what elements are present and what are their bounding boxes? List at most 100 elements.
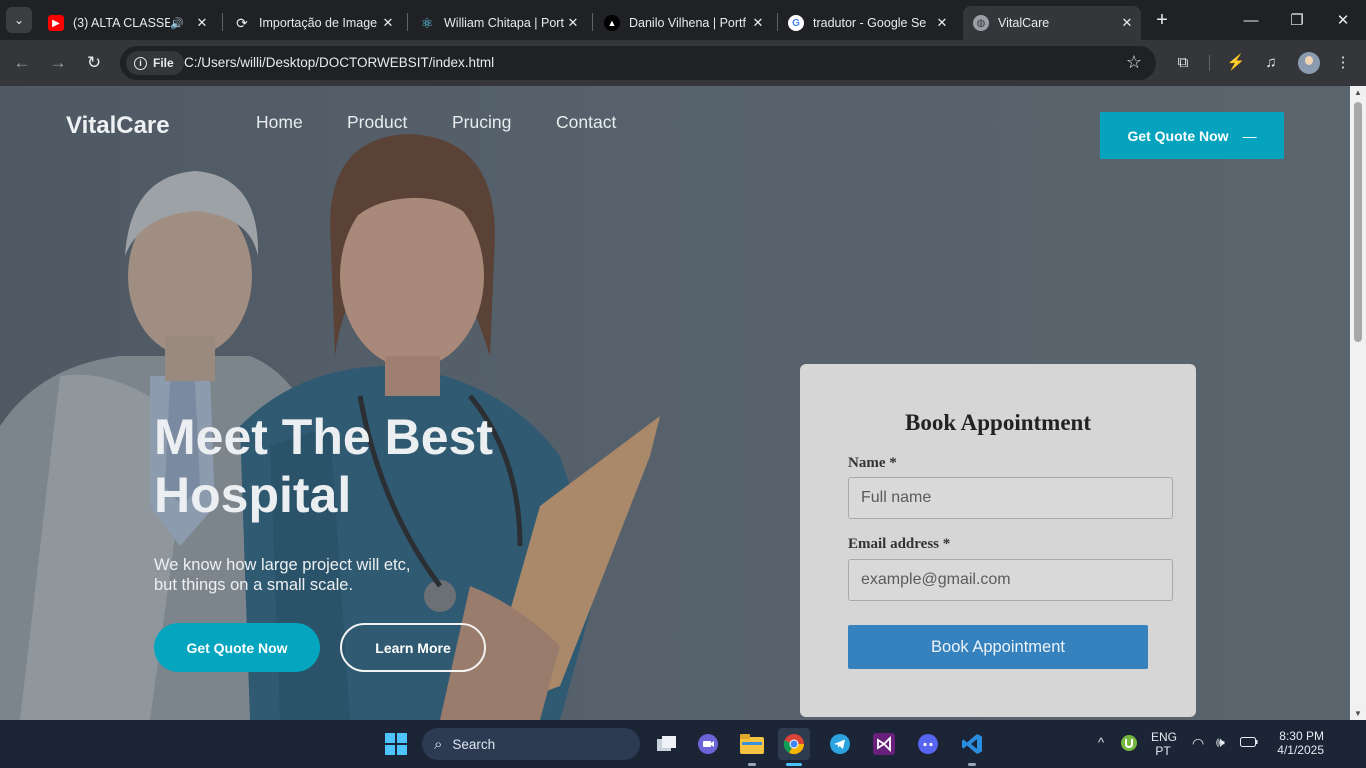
performance-icon[interactable]: ⚡	[1225, 52, 1247, 74]
tab-strip: ⌄ ▶ (3) ALTA CLASSE - 🔊 ✕ ⟳ Importação d…	[0, 0, 1366, 40]
keyboard-layout: PT	[1155, 744, 1171, 758]
file-explorer-icon[interactable]	[736, 728, 768, 766]
running-indicator	[968, 763, 976, 766]
new-tab-button[interactable]: +	[1150, 8, 1174, 32]
tab-youtube[interactable]: ▶ (3) ALTA CLASSE - 🔊 ✕	[38, 6, 216, 40]
tab-separator	[407, 13, 408, 31]
wifi-icon[interactable]: ◠	[1192, 735, 1204, 752]
minimize-button[interactable]: —	[1228, 0, 1274, 40]
url-text[interactable]: C:/Users/willi/Desktop/DOCTORWEBSIT/inde…	[184, 55, 494, 70]
tab-separator	[592, 13, 593, 31]
info-icon: i	[134, 56, 147, 70]
appointment-card: Book Appointment Name * Email address * …	[800, 364, 1196, 717]
clock[interactable]: 8:30 PM 4/1/2025	[1276, 729, 1324, 757]
nav-pricing[interactable]: Prucing	[452, 112, 511, 133]
hero-subtitle-line: but things on a small scale.	[154, 576, 354, 594]
tab-title: Importação de Image	[259, 16, 378, 30]
tab-search-button[interactable]: ⌄	[6, 7, 32, 33]
hero-subtitle: We know how large project will etc, but …	[154, 555, 474, 595]
tab-title: VitalCare	[998, 16, 1050, 30]
arrow-line-icon: —	[1242, 127, 1257, 144]
tab-title: Danilo Vilhena | Portf	[629, 16, 746, 30]
youtube-icon: ▶	[48, 15, 64, 31]
scroll-up-arrow-icon[interactable]: ▲	[1350, 88, 1366, 97]
scheme-label: File	[153, 56, 174, 70]
tray-overflow-chevron-icon[interactable]: ^	[1098, 735, 1104, 750]
nav-contact[interactable]: Contact	[556, 112, 616, 133]
toolbar-divider	[1209, 55, 1210, 71]
triangle-icon: ▲	[604, 15, 620, 31]
battery-icon[interactable]	[1240, 736, 1258, 750]
forward-button[interactable]: →	[46, 51, 70, 75]
tab-title: (3) ALTA CLASSE -	[73, 16, 171, 30]
learn-more-button[interactable]: Learn More	[340, 623, 486, 672]
hero-subtitle-line: We know how large project will etc,	[154, 556, 411, 574]
button-label: Get Quote Now	[1127, 127, 1229, 144]
close-icon[interactable]: ✕	[750, 15, 766, 31]
tab-title: William Chitapa | Port	[444, 16, 564, 30]
bookmark-star-icon[interactable]: ☆	[1126, 52, 1142, 73]
restore-button[interactable]: ❐	[1274, 0, 1320, 40]
menu-kebab-icon[interactable]: ⋮	[1332, 52, 1354, 74]
windows-start-icon[interactable]	[380, 728, 412, 760]
telegram-icon[interactable]	[824, 728, 856, 760]
close-icon[interactable]: ✕	[1119, 15, 1135, 31]
task-view-icon[interactable]	[650, 728, 682, 760]
reload-button[interactable]: ↻	[82, 51, 106, 75]
volume-icon[interactable]: 🕪	[1216, 734, 1225, 751]
browser-toolbar: ← → ↻ i File C:/Users/willi/Desktop/DOCT…	[0, 40, 1366, 86]
tab-title: tradutor - Google Se	[813, 16, 927, 30]
name-input[interactable]	[848, 477, 1173, 519]
search-label: Search	[452, 736, 496, 752]
nav-product[interactable]: Product	[347, 112, 407, 133]
language-indicator[interactable]: ENG PT	[1151, 730, 1178, 758]
discord-icon[interactable]	[912, 728, 944, 760]
appointment-title: Book Appointment	[905, 410, 1091, 435]
extensions-icon[interactable]: ⧉	[1172, 52, 1194, 74]
site-logo[interactable]: VitalCare	[66, 112, 170, 140]
clock-time: 8:30 PM	[1279, 729, 1324, 743]
hero-get-quote-button[interactable]: Get Quote Now	[154, 623, 320, 672]
book-appointment-button[interactable]: Book Appointment	[848, 625, 1148, 669]
site-info-chip[interactable]: i File	[126, 51, 184, 75]
search-icon: ⌕	[434, 735, 443, 753]
refresh-logo-icon: ⟳	[236, 14, 248, 31]
vscode-icon[interactable]	[956, 728, 988, 766]
email-input[interactable]	[848, 559, 1173, 601]
tab-danilo[interactable]: ▲ Danilo Vilhena | Portf ✕	[594, 6, 772, 40]
meet-chat-icon[interactable]	[692, 728, 724, 760]
profile-avatar[interactable]	[1298, 52, 1320, 74]
react-icon: ⚛	[420, 14, 434, 31]
tab-google[interactable]: G tradutor - Google Se ✕	[778, 6, 956, 40]
close-window-button[interactable]: ✕	[1320, 0, 1366, 40]
back-button[interactable]: ←	[10, 51, 34, 75]
language-code: ENG	[1151, 730, 1178, 744]
nav-home[interactable]: Home	[256, 112, 303, 133]
tab-vitalcare[interactable]: ◍ VitalCare ✕	[963, 6, 1141, 40]
chrome-icon[interactable]	[778, 728, 810, 766]
speaker-icon[interactable]: 🔊	[170, 17, 184, 30]
close-icon[interactable]: ✕	[380, 15, 396, 31]
hero-title-line: Meet The Best	[154, 409, 493, 465]
page-scrollbar[interactable]: ▲ ▼	[1350, 86, 1366, 720]
globe-icon: ◍	[973, 15, 989, 31]
utorrent-icon[interactable]	[1120, 734, 1138, 755]
media-control-icon[interactable]: ♫	[1260, 52, 1282, 74]
scroll-down-arrow-icon[interactable]: ▼	[1350, 709, 1366, 718]
close-icon[interactable]: ✕	[194, 15, 210, 31]
name-label: Name *	[848, 455, 897, 471]
tab-importacao[interactable]: ⟳ Importação de Image ✕	[224, 6, 402, 40]
header-get-quote-button[interactable]: Get Quote Now —	[1100, 112, 1284, 159]
visual-studio-icon[interactable]	[868, 728, 900, 760]
hero-title-line: Hospital	[154, 467, 352, 523]
windows-taskbar: ⌕ Search ^ ENG PT ◠ 🕪 8:30 PM 4/1/2025	[0, 720, 1366, 768]
email-label: Email address *	[848, 536, 951, 552]
taskbar-search[interactable]: ⌕ Search	[422, 728, 640, 760]
address-bar[interactable]: i File C:/Users/willi/Desktop/DOCTORWEBS…	[120, 46, 1156, 80]
hero-title: Meet The Best Hospital	[154, 408, 574, 524]
close-icon[interactable]: ✕	[934, 15, 950, 31]
scrollbar-thumb[interactable]	[1354, 102, 1362, 342]
close-icon[interactable]: ✕	[565, 15, 581, 31]
tab-william[interactable]: ⚛ William Chitapa | Port ✕	[409, 6, 587, 40]
clock-date: 4/1/2025	[1277, 743, 1324, 757]
